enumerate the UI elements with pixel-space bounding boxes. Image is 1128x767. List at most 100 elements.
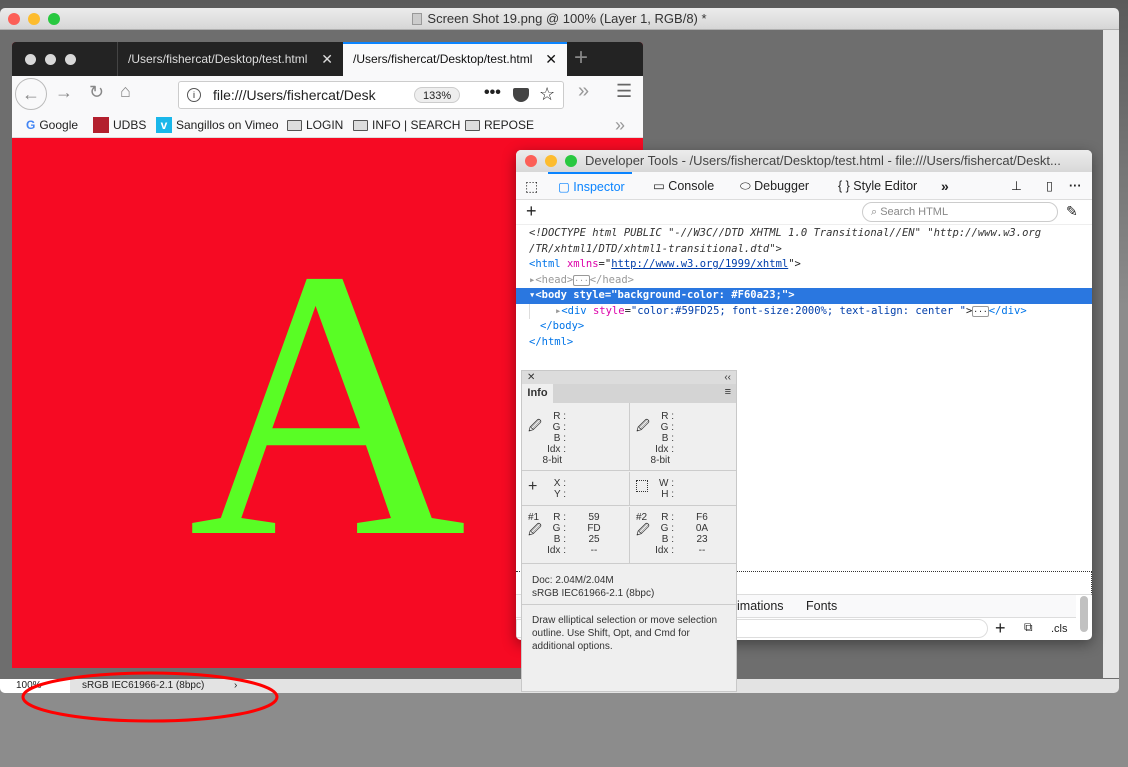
debugger-icon: ⬭ xyxy=(740,179,755,193)
label-w: W : xyxy=(659,478,674,489)
head-node[interactable]: ▸<head>···</head> xyxy=(516,273,1092,289)
more-tools-icon[interactable]: » xyxy=(941,172,949,200)
close-tab-icon[interactable]: ✕ xyxy=(321,42,333,76)
browser-tab-active[interactable]: /Users/fishercat/Desktop/test.html ✕ xyxy=(343,42,567,76)
bookmark-login[interactable]: LOGIN xyxy=(287,112,343,138)
tab-style-editor[interactable]: { } Style Editor xyxy=(838,172,917,200)
tool-hint: Draw elliptical selection or move select… xyxy=(532,615,718,652)
tab-label: Console xyxy=(668,179,715,193)
tab-console[interactable]: ▭ Console xyxy=(653,172,714,200)
bookmark-udbs[interactable]: UDBS xyxy=(93,112,146,138)
tab-fonts[interactable]: Fonts xyxy=(806,595,837,618)
collapsed-ellipsis-icon[interactable]: ··· xyxy=(972,305,989,317)
overflow-icon[interactable]: » xyxy=(578,80,589,103)
close-tab-icon[interactable]: ✕ xyxy=(545,44,557,74)
pocket-icon[interactable] xyxy=(513,88,529,102)
url-bar[interactable]: i file:///Users/fishercat/Desk 133% ••• … xyxy=(178,81,564,109)
tab-inspector[interactable]: ▢ Inspector xyxy=(548,172,632,200)
tab-label: /Users/fishercat/Desktop/test.html xyxy=(128,52,308,66)
reload-icon[interactable]: ↻ xyxy=(89,82,104,103)
doc-size: Doc: 2.04M/2.04M xyxy=(532,575,614,586)
console-icon: ▭ xyxy=(653,179,669,193)
style-editor-icon: { } xyxy=(838,179,854,193)
close-button[interactable] xyxy=(525,155,537,167)
zoom-button[interactable] xyxy=(65,54,76,65)
bit-depth[interactable]: 8-bit xyxy=(630,455,670,466)
value-idx: -- xyxy=(698,545,706,556)
new-tab-icon[interactable]: + xyxy=(574,44,588,72)
menu-icon[interactable]: ☰ xyxy=(616,81,632,102)
label-r: R : xyxy=(553,411,566,422)
collapsed-ellipsis-icon[interactable]: ··· xyxy=(573,274,590,286)
tag-text: <body style="background-color: #F60a23;"… xyxy=(535,289,795,301)
tag-name: </head> xyxy=(589,273,634,286)
cls-button[interactable]: .cls xyxy=(1051,623,1068,635)
search-html-input[interactable]: ⌕ Search HTML xyxy=(862,202,1058,222)
tab-debugger[interactable]: ⬭ Debugger xyxy=(740,172,809,200)
back-icon[interactable]: ← xyxy=(15,78,47,110)
toggle-pseudo-class-icon[interactable]: ⧉ xyxy=(1024,620,1033,635)
udbs-icon xyxy=(93,117,109,133)
close-button[interactable] xyxy=(25,54,36,65)
element-picker-icon[interactable]: ⬚ xyxy=(525,172,538,200)
value-b: 25 xyxy=(588,534,600,545)
bookmark-repose[interactable]: REPOSE xyxy=(465,112,534,138)
tab-info[interactable]: Info xyxy=(522,384,553,403)
more-actions-icon[interactable]: ••• xyxy=(484,84,501,102)
zoom-button[interactable] xyxy=(48,13,60,25)
bookmark-label: UDBS xyxy=(113,118,147,132)
value-r: 59 xyxy=(588,512,600,523)
bookmark-info-search[interactable]: INFO | SEARCH xyxy=(353,112,460,138)
info-icon[interactable]: i xyxy=(187,88,201,102)
vertical-scrollbar[interactable] xyxy=(1103,30,1119,678)
bookmark-google[interactable]: G Google xyxy=(26,112,78,138)
add-rule-icon[interactable]: + xyxy=(995,618,1006,639)
value-g: FD xyxy=(587,523,601,534)
info-panel: ✕ ‹‹ Info ≡ 🖉 R : G : B : Idx : 8-bit 🖉 … xyxy=(521,370,737,692)
close-panel-icon[interactable]: ✕ xyxy=(527,371,535,384)
dock-icon[interactable]: ⊥ xyxy=(1011,172,1022,200)
url-text[interactable]: file:///Users/fishercat/Desk xyxy=(213,87,376,103)
minimize-button[interactable] xyxy=(28,13,40,25)
bookmarks-toolbar: G Google UDBS v Sangillos on Vimeo LOGIN I… xyxy=(12,112,643,138)
label-idx: Idx : xyxy=(547,545,566,556)
value-r: F6 xyxy=(696,512,708,523)
label-r: R : xyxy=(553,512,566,523)
minimize-button[interactable] xyxy=(45,54,56,65)
add-node-icon[interactable]: + xyxy=(526,201,537,222)
close-button[interactable] xyxy=(8,13,20,25)
sidebar-scrollbar[interactable] xyxy=(1080,596,1088,632)
panel-menu-icon[interactable]: ≡ xyxy=(725,386,731,398)
zoom-button[interactable] xyxy=(565,155,577,167)
home-icon[interactable]: ⌂ xyxy=(120,81,131,102)
forward-icon[interactable]: → xyxy=(55,82,73,103)
tab-label: Debugger xyxy=(754,179,810,193)
document-info: Doc: 2.04M/2.04M sRGB IEC61966-2.1 (8bpc… xyxy=(532,574,654,600)
panel-header: ✕ ‹‹ xyxy=(522,371,736,384)
tab-animations[interactable]: imations xyxy=(737,595,784,618)
label-x: X : xyxy=(553,478,566,489)
responsive-design-icon[interactable]: ▯ xyxy=(1046,172,1053,200)
options-menu-icon[interactable]: ··· xyxy=(1069,172,1082,200)
body-close: </body> xyxy=(540,320,585,332)
tab-label: /Users/fishercat/Desktop/test.html xyxy=(353,52,533,66)
bookmarks-overflow-icon[interactable]: » xyxy=(615,112,625,138)
doc-profile: sRGB IEC61966-2.1 (8bpc) xyxy=(532,588,655,599)
collapse-panel-icon[interactable]: ‹‹ xyxy=(724,371,731,384)
label-g: G : xyxy=(660,422,674,433)
body-node-selected[interactable]: ▾<body style="background-color: #F60a23;… xyxy=(516,288,1092,304)
div-node[interactable]: ▸<div style="color:#59FD25; font-size:20… xyxy=(529,303,1092,319)
bit-depth[interactable]: 8-bit xyxy=(522,455,562,466)
html-node[interactable]: <html xmlns="http://www.w3.org/1999/xhtm… xyxy=(516,257,1092,273)
devtools-title-bar: Developer Tools - /Users/fishercat/Deskt… xyxy=(516,150,1092,172)
bookmark-vimeo[interactable]: v Sangillos on Vimeo xyxy=(156,112,279,138)
bookmark-star-icon[interactable]: ☆ xyxy=(539,84,555,105)
bookmark-label: INFO | SEARCH xyxy=(372,118,461,132)
eyedropper-icon[interactable]: ✎ xyxy=(1066,203,1078,220)
tab-label: Inspector xyxy=(573,180,625,194)
xmlns-link[interactable]: http://www.w3.org/1999/xhtml xyxy=(611,258,788,270)
color-sampler-1: #1 🖉 R : G : B : Idx : 59 FD 25 -- xyxy=(522,507,630,564)
minimize-button[interactable] xyxy=(545,155,557,167)
zoom-badge[interactable]: 133% xyxy=(414,87,461,103)
browser-tab[interactable]: /Users/fishercat/Desktop/test.html ✕ xyxy=(117,42,343,76)
